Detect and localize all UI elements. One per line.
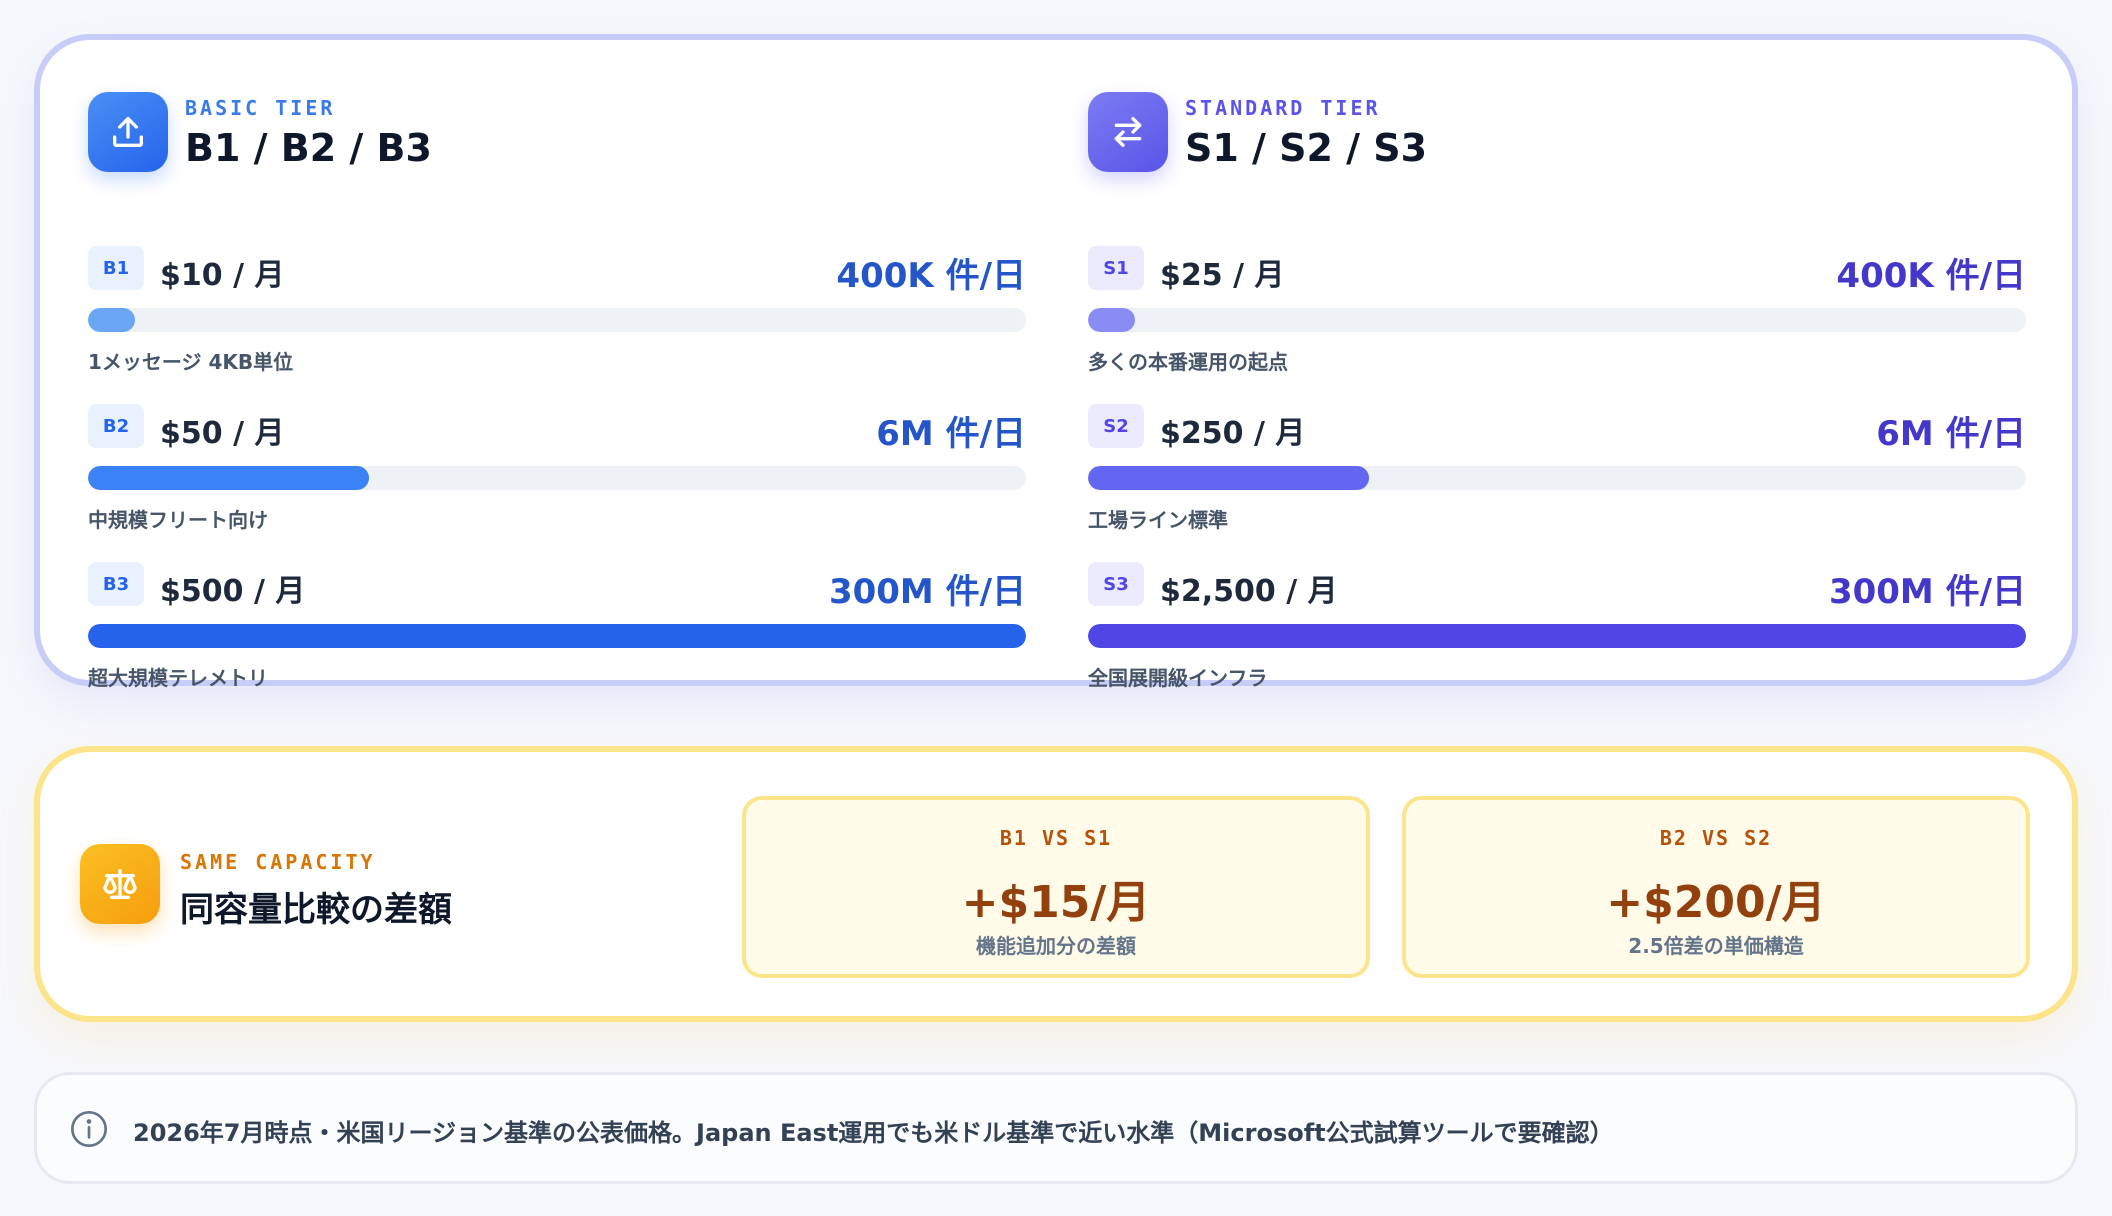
plan-capacity: 400K 件/日 (836, 256, 1026, 296)
difference-box-b1-s1: B1 VS S1 +$15/月 機能追加分の差額 (742, 796, 1370, 978)
plan-badge: B3 (88, 562, 144, 606)
plan-row-s1: S1 $25 / 月 400K 件/日 多くの本番運用の起点 (1088, 246, 2026, 374)
basic-tier-column: BASIC TIER B1 / B2 / B3 B1 $10 / 月 400K … (88, 92, 1026, 690)
plan-capacity: 400K 件/日 (1836, 256, 2026, 296)
plan-capacity: 6M 件/日 (876, 414, 1026, 454)
difference-description: 2.5倍差の単価構造 (1628, 934, 1804, 958)
difference-value: +$15/月 (961, 877, 1151, 928)
info-icon (69, 1109, 109, 1149)
plan-note: 中規模フリート向け (88, 508, 268, 532)
standard-tier-header: STANDARD TIER S1 / S2 / S3 (1088, 92, 2026, 176)
capacity-bar (1088, 624, 2026, 648)
standard-tier-kicker: STANDARD TIER (1185, 96, 1381, 120)
capacity-bar (1088, 466, 2026, 490)
plan-capacity: 6M 件/日 (1876, 414, 2026, 454)
standard-tier-title: S1 / S2 / S3 (1185, 126, 1428, 170)
swap-arrows-icon (1088, 92, 1168, 172)
plan-badge: B1 (88, 246, 144, 290)
plan-row-b1: B1 $10 / 月 400K 件/日 1メッセージ 4KB単位 (88, 246, 1026, 374)
difference-label: B2 VS S2 (1659, 826, 1773, 850)
plan-price: $25 / 月 (1160, 258, 1285, 293)
comparison-title: 同容量比較の差額 (180, 890, 452, 930)
difference-description: 機能追加分の差額 (976, 934, 1136, 958)
difference-label: B1 VS S1 (999, 826, 1113, 850)
capacity-bar-fill (1088, 308, 1135, 332)
capacity-bar (88, 308, 1026, 332)
plan-price: $250 / 月 (1160, 416, 1306, 451)
plan-note: 工場ライン標準 (1088, 508, 1228, 532)
plan-row-s3: S3 $2,500 / 月 300M 件/日 全国展開級インフラ (1088, 562, 2026, 690)
plan-price: $10 / 月 (160, 258, 285, 293)
plan-badge: B2 (88, 404, 144, 448)
difference-box-b2-s2: B2 VS S2 +$200/月 2.5倍差の単価構造 (1402, 796, 2030, 978)
plan-note: 多くの本番運用の起点 (1088, 350, 1288, 374)
plan-row-b3: B3 $500 / 月 300M 件/日 超大規模テレメトリ (88, 562, 1026, 690)
capacity-bar (88, 624, 1026, 648)
plan-row-b2: B2 $50 / 月 6M 件/日 中規模フリート向け (88, 404, 1026, 532)
plan-capacity: 300M 件/日 (828, 572, 1026, 612)
capacity-bar (88, 466, 1026, 490)
plan-badge: S2 (1088, 404, 1144, 448)
capacity-bar-fill (88, 466, 370, 490)
basic-tier-kicker: BASIC TIER (185, 96, 336, 120)
plan-price: $2,500 / 月 (1160, 574, 1338, 609)
footnote-bar: 2026年7月時点・米国リージョン基準の公表価格。Japan East運用でも米… (34, 1072, 2078, 1184)
plan-badge: S3 (1088, 562, 1144, 606)
capacity-bar-fill (1088, 624, 2026, 648)
comparison-kicker: SAME CAPACITY (180, 850, 376, 874)
plan-price: $50 / 月 (160, 416, 285, 451)
tier-card: BASIC TIER B1 / B2 / B3 B1 $10 / 月 400K … (34, 34, 2078, 690)
plan-note: 超大規模テレメトリ (88, 666, 268, 690)
plan-capacity: 300M 件/日 (1828, 572, 2026, 612)
basic-tier-title: B1 / B2 / B3 (185, 126, 432, 170)
difference-value: +$200/月 (1606, 877, 1826, 928)
plan-price: $500 / 月 (160, 574, 306, 609)
basic-tier-header: BASIC TIER B1 / B2 / B3 (88, 92, 1026, 176)
upload-icon (88, 92, 168, 172)
capacity-bar-fill (1088, 466, 1370, 490)
plan-badge: S1 (1088, 246, 1144, 290)
plan-note: 全国展開級インフラ (1088, 666, 1268, 690)
capacity-bar (1088, 308, 2026, 332)
capacity-bar-fill (88, 624, 1026, 648)
comparison-card: SAME CAPACITY 同容量比較の差額 B1 VS S1 +$15/月 機… (34, 746, 2078, 1022)
footnote-text: 2026年7月時点・米国リージョン基準の公表価格。Japan East運用でも米… (133, 1119, 1614, 1147)
plan-row-s2: S2 $250 / 月 6M 件/日 工場ライン標準 (1088, 404, 2026, 532)
scale-icon (80, 844, 160, 924)
standard-tier-column: STANDARD TIER S1 / S2 / S3 S1 $25 / 月 40… (1088, 92, 2026, 690)
capacity-bar-fill (88, 308, 135, 332)
plan-note: 1メッセージ 4KB単位 (88, 350, 294, 374)
